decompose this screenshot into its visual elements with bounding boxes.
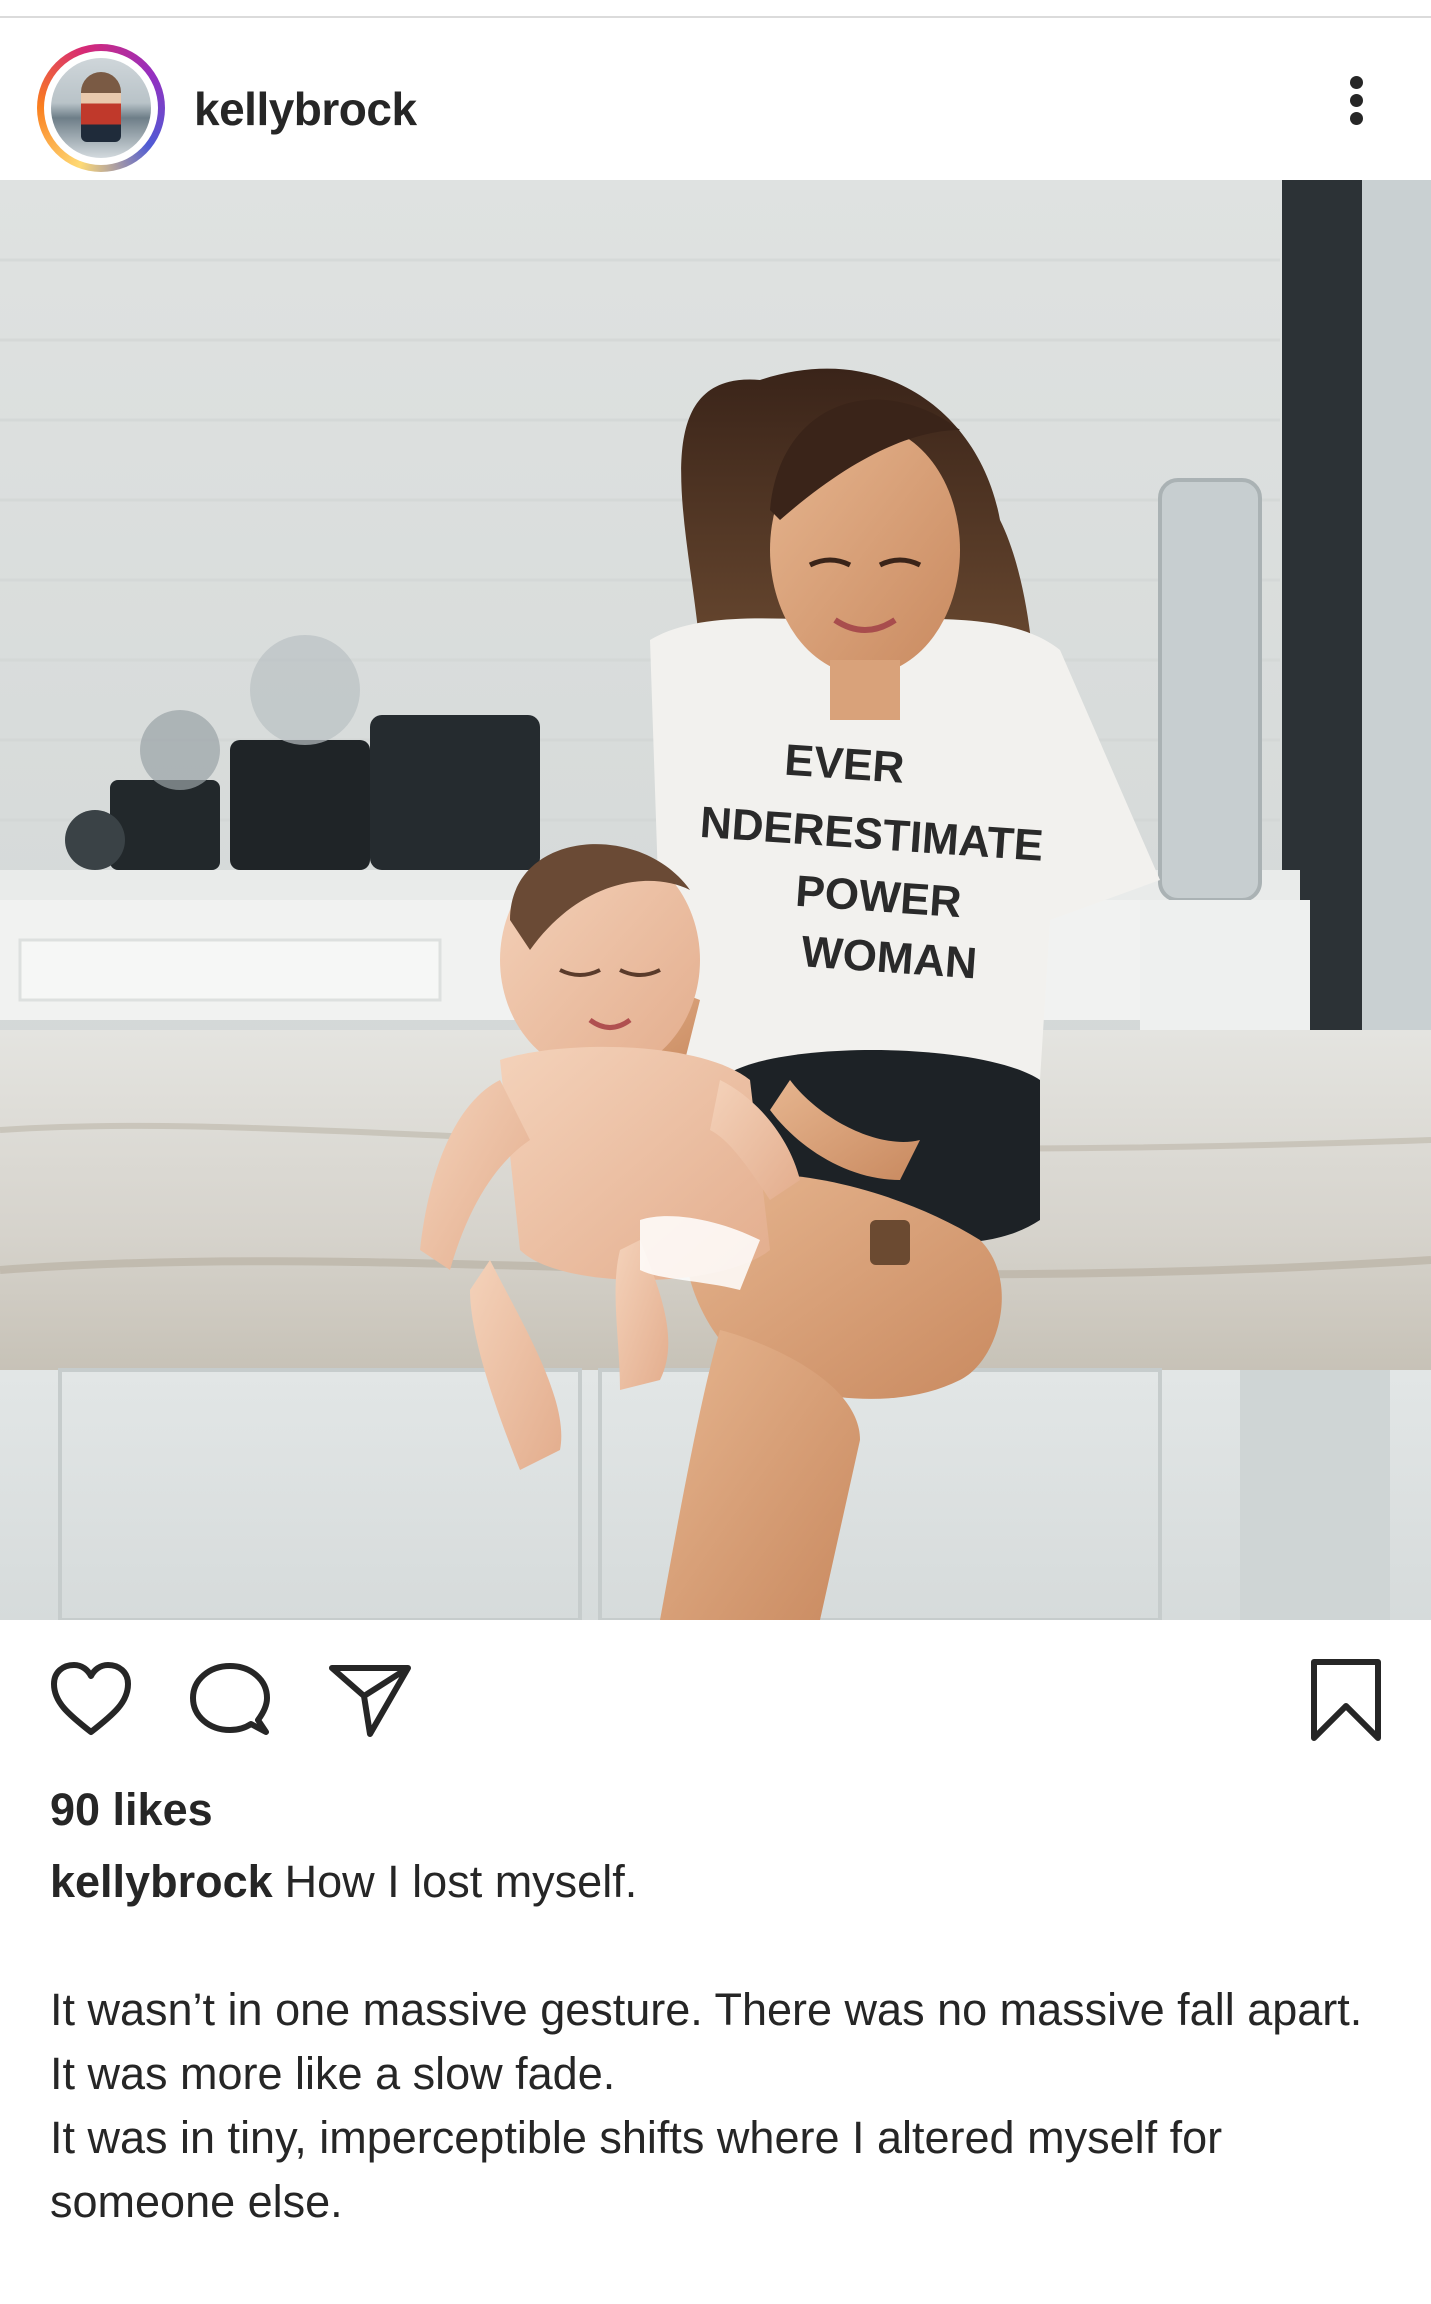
post-username[interactable]: kellybrock xyxy=(194,82,417,136)
post-photo[interactable]: EVER NDERESTIMATE POWER WOMAN xyxy=(0,180,1431,1620)
comment-bubble-icon[interactable] xyxy=(188,1660,272,1740)
caption-username[interactable]: kellybrock xyxy=(50,1856,273,1907)
post-header: kellybrock xyxy=(0,20,1431,178)
dot xyxy=(1350,76,1363,89)
bookmark-outline-icon[interactable] xyxy=(1308,1656,1384,1744)
caption-first-line: kellybrock How I lost myself. xyxy=(50,1850,1390,1914)
more-options-icon[interactable] xyxy=(1336,60,1376,140)
likes-count[interactable]: 90 likes xyxy=(50,1784,213,1836)
caption-line: It was more like a slow fade. xyxy=(50,2048,616,2099)
caption-line: It wasn’t in one massive gesture. There … xyxy=(50,1984,1363,2035)
post-photo-art: EVER NDERESTIMATE POWER WOMAN xyxy=(0,180,1431,1620)
post-action-bar xyxy=(0,1620,1431,1770)
paper-plane-share-icon[interactable] xyxy=(326,1660,414,1740)
avatar-ring-gap xyxy=(44,51,158,165)
caption-title: How I lost myself. xyxy=(284,1856,638,1907)
heart-outline-icon[interactable] xyxy=(48,1660,134,1738)
dot xyxy=(1350,94,1363,107)
shirt-text-1: EVER xyxy=(783,736,906,793)
post-caption: kellybrock How I lost myself. It wasn’t i… xyxy=(50,1850,1390,2234)
status-bar-divider xyxy=(0,0,1431,18)
profile-avatar[interactable] xyxy=(37,44,165,172)
dot xyxy=(1350,112,1363,125)
caption-line: It was in tiny, imperceptible shifts whe… xyxy=(50,2112,1223,2227)
avatar-image xyxy=(51,58,151,158)
avatar-person xyxy=(81,72,121,142)
